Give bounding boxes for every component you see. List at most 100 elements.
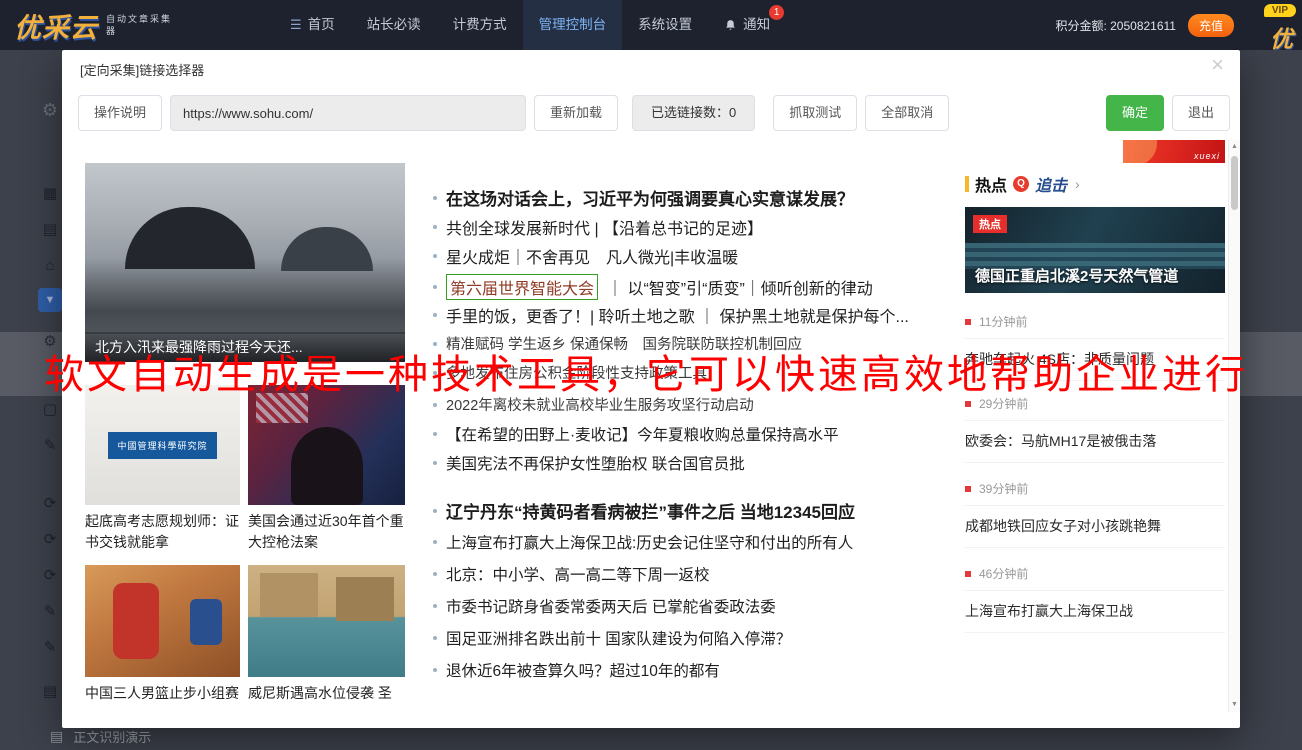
menu-icon: ☰ xyxy=(290,0,302,50)
bullet-icon xyxy=(433,254,437,258)
nav-home[interactable]: ☰ 首页 xyxy=(274,0,351,50)
hot-news-item[interactable]: 29分钟前 欧委会：马航MH17是被俄击落 xyxy=(965,395,1225,463)
notification-badge: 1 xyxy=(769,5,784,20)
panel-icon[interactable]: ▢ xyxy=(38,398,62,422)
institute-image: 中國管理科學研究院 xyxy=(85,385,240,505)
venice-image xyxy=(248,565,405,677)
link-selector-dialog: [定向采集]链接选择器 × 操作说明 重新加载 已选链接数：0 抓取测试 全部取… xyxy=(62,50,1240,728)
selected-link-box: 第六届世界智能大会 xyxy=(446,274,598,300)
news-card[interactable]: 美国会通过近30年首个重大控枪法案 xyxy=(248,385,405,553)
bullet-icon xyxy=(433,371,437,375)
list-icon[interactable]: ▤ xyxy=(38,218,62,242)
confirm-button[interactable]: 确定 xyxy=(1106,95,1164,131)
news-headline[interactable]: 多地发布住房公积金阶段性支持政策工具 xyxy=(433,362,707,383)
sidebar-item-demo[interactable]: ▤ 正文识别演示 xyxy=(50,727,151,746)
recharge-button[interactable]: 充值 xyxy=(1188,14,1234,37)
sync-icon[interactable]: ⟳ xyxy=(38,564,62,588)
news-headline[interactable]: 手里的饭，更香了！| 聆听土地之歌 ｜ 保护黑土地就是保护每个... xyxy=(433,303,909,327)
news-headline[interactable]: 辽宁丹东“持黄码者看病被拦”事件之后 当地12345回应 xyxy=(433,498,855,523)
nav-must-read[interactable]: 站长必读 xyxy=(351,0,437,50)
bullet-icon xyxy=(433,285,437,289)
edit-icon[interactable]: ✎ xyxy=(38,434,62,458)
embedded-webpage: xuexi 北方入汛来最强降雨过程今天还... 中國管理科學研究院 起底高考志愿… xyxy=(78,140,1240,712)
credit-balance: 积分金额: 2050821611 xyxy=(1055,17,1176,34)
news-card[interactable]: 中国三人男篮止步小组赛 xyxy=(85,565,240,704)
mini-logo: 优 xyxy=(1270,20,1293,54)
dialog-toolbar: 操作说明 重新加载 已选链接数：0 抓取测试 全部取消 确定 退出 xyxy=(78,95,1230,131)
news-card[interactable]: 威尼斯遇高水位侵袭 圣 xyxy=(248,565,405,704)
news-headline[interactable]: 精准赋码 学生返乡 保通保畅 国务院联防联控机制回应 xyxy=(433,333,802,354)
url-input[interactable] xyxy=(170,95,526,131)
news-headline[interactable]: 市委书记跻身省委常委两天后 已掌舵省委政法委 xyxy=(433,595,776,617)
news-headline[interactable]: 退休近6年被查算久吗？超过10年的都有 xyxy=(433,659,720,681)
document-icon: ▤ xyxy=(50,728,63,745)
filter-icon[interactable]: ▼ xyxy=(38,288,62,312)
settings-gear-icon[interactable]: ⚙ xyxy=(38,98,62,122)
hero-caption: 北方入汛来最强降雨过程今天还... xyxy=(85,332,405,362)
news-headline[interactable]: 北京：中小学、高一高二等下周一返校 xyxy=(433,563,710,585)
featured-hot-story[interactable]: 热点 德国正重启北溪2号天然气管道 xyxy=(965,207,1225,293)
institute-sign: 中國管理科學研究院 xyxy=(108,432,216,459)
dialog-title: [定向采集]链接选择器 xyxy=(80,60,204,79)
bullet-icon xyxy=(433,668,437,672)
news-headline[interactable]: 共创全球发展新时代 | 【沿着总书记的足迹】 xyxy=(433,215,763,239)
news-headline[interactable]: 【在希望的田野上·麦收记】今年夏粮收购总量保持高水平 xyxy=(433,423,839,445)
hot-topics-sidebar: 热点 Q 追击 › 热点 德国正重启北溪2号天然气管道 11分钟前 奔驰车起火 … xyxy=(965,140,1225,712)
gear-icon[interactable]: ⚙ xyxy=(38,330,62,354)
hot-news-item[interactable]: 46分钟前 上海宣布打赢大上海保卫战 xyxy=(965,565,1225,633)
close-icon[interactable]: × xyxy=(1211,54,1224,76)
red-square-icon xyxy=(965,571,971,577)
hot-news-item[interactable]: 11分钟前 奔驰车起火 4S店：非质量问题 xyxy=(965,313,1225,381)
grab-test-button[interactable]: 抓取测试 xyxy=(773,95,857,131)
bell-icon xyxy=(724,19,737,32)
cancel-all-button[interactable]: 全部取消 xyxy=(865,95,949,131)
news-headline-selected[interactable]: 第六届世界智能大会｜ 以“智变”引“质变”｜倾听创新的律动 xyxy=(433,274,873,300)
bullet-icon xyxy=(433,342,437,346)
exit-button[interactable]: 退出 xyxy=(1172,95,1230,131)
top-navbar: 优采云 自动文章采集器 ☰ 首页 站长必读 计费方式 管理控制台 系统设置 通知… xyxy=(0,0,1302,50)
red-square-icon xyxy=(965,401,971,407)
news-headline[interactable]: 星火成炬｜不舍再见 凡人微光|丰收温暖 xyxy=(433,244,738,268)
red-square-icon xyxy=(965,319,971,325)
vip-badge[interactable]: VIP xyxy=(1264,4,1296,17)
bullet-icon xyxy=(433,461,437,465)
nav-menu: ☰ 首页 站长必读 计费方式 管理控制台 系统设置 通知 1 xyxy=(274,0,786,50)
demo-label: 正文识别演示 xyxy=(73,727,151,746)
bullet-icon xyxy=(433,572,437,576)
scroll-down-icon[interactable]: ▼ xyxy=(1229,698,1240,712)
hot-topics-header[interactable]: 热点 Q 追击 › xyxy=(965,172,1080,196)
help-button[interactable]: 操作说明 xyxy=(78,95,162,131)
nav-admin-console[interactable]: 管理控制台 xyxy=(523,0,623,50)
sync-icon[interactable]: ⟳ xyxy=(38,528,62,552)
app-logo[interactable]: 优采云 自动文章采集器 xyxy=(0,6,178,45)
bullet-icon xyxy=(433,604,437,608)
news-card[interactable]: 中國管理科學研究院 起底高考志愿规划师：证书交钱就能拿 xyxy=(85,385,240,553)
scrollbar-thumb[interactable] xyxy=(1231,156,1238,210)
print-icon[interactable]: ▤ xyxy=(38,680,62,704)
edit-icon[interactable]: ✎ xyxy=(38,636,62,660)
home-icon[interactable]: ⌂ xyxy=(38,254,62,278)
logo-text: 优采云 xyxy=(14,6,98,45)
nav-notifications[interactable]: 通知 1 xyxy=(708,0,786,50)
sync-icon[interactable]: ⟳ xyxy=(38,492,62,516)
hot-news-item[interactable]: 39分钟前 成都地铁回应女子对小孩跳艳舞 xyxy=(965,480,1225,548)
hero-image[interactable]: 北方入汛来最强降雨过程今天还... xyxy=(85,163,405,362)
news-headline[interactable]: 2022年离校未就业高校毕业生服务攻坚行动启动 xyxy=(433,394,754,415)
news-headline[interactable]: 美国宪法不再保护女性堕胎权 联合国官员批 xyxy=(433,452,745,474)
nav-billing[interactable]: 计费方式 xyxy=(437,0,523,50)
nav-system-settings[interactable]: 系统设置 xyxy=(622,0,708,50)
scroll-up-icon[interactable]: ▲ xyxy=(1229,140,1240,154)
page-scrollbar[interactable]: ▲ ▼ xyxy=(1228,140,1240,712)
news-headline[interactable]: 国足亚洲排名跌出前十 国家队建设为何陷入停滞？ xyxy=(433,627,791,649)
bullet-icon xyxy=(433,403,437,407)
chevron-right-icon: › xyxy=(1075,176,1080,192)
basketball-image xyxy=(85,565,240,677)
hot-badge: 热点 xyxy=(973,215,1007,233)
edit-icon[interactable]: ✎ xyxy=(38,600,62,624)
report-icon[interactable]: ▦ xyxy=(38,182,62,206)
bullet-icon xyxy=(433,509,437,513)
news-headline[interactable]: 在这场对话会上，习近平为何强调要真心实意谋发展？ xyxy=(433,185,854,210)
reload-button[interactable]: 重新加载 xyxy=(534,95,618,131)
bullet-icon xyxy=(433,196,437,200)
news-headline[interactable]: 上海宣布打赢大上海保卫战:历史会记住坚守和付出的所有人 xyxy=(433,531,853,553)
